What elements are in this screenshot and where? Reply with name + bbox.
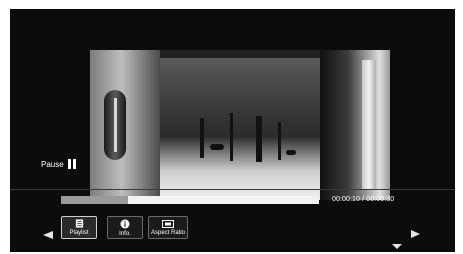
playback-state: Pause — [41, 159, 76, 169]
aspect-ratio-label: Aspect Ratio — [150, 229, 186, 236]
arrow-down-icon[interactable] — [392, 244, 402, 249]
arrow-right-icon[interactable] — [411, 230, 420, 238]
controls-divider — [10, 189, 455, 190]
video-right-edge — [320, 50, 390, 200]
playlist-label: Playlist — [69, 230, 89, 236]
handle-slot — [114, 98, 117, 152]
current-time: 00:00:10 — [332, 196, 361, 203]
video-scene — [160, 58, 320, 200]
arrow-left-icon[interactable] — [43, 231, 53, 239]
video-frame[interactable] — [90, 50, 390, 200]
video-left-edge — [90, 50, 160, 200]
playlist-button[interactable]: Playlist — [61, 216, 97, 239]
video-player-screen: Pause 00:00:10 / 00:00:30 Playlist Info.… — [10, 9, 455, 252]
aspect-ratio-button[interactable]: Aspect Ratio — [148, 216, 188, 239]
total-time: 00:00:30 — [366, 196, 395, 203]
progress-bar[interactable] — [61, 196, 319, 204]
info-label: Info. — [119, 230, 131, 237]
pause-label: Pause — [41, 159, 64, 169]
progress-fill — [61, 196, 129, 204]
time-readout: 00:00:10 / 00:00:30 — [332, 196, 394, 203]
info-button[interactable]: Info. — [107, 216, 143, 239]
aspect-ratio-icon — [162, 219, 174, 228]
pause-icon — [67, 159, 76, 169]
playlist-icon — [75, 219, 83, 228]
info-icon — [120, 219, 130, 228]
door-edge-bar — [362, 60, 376, 190]
